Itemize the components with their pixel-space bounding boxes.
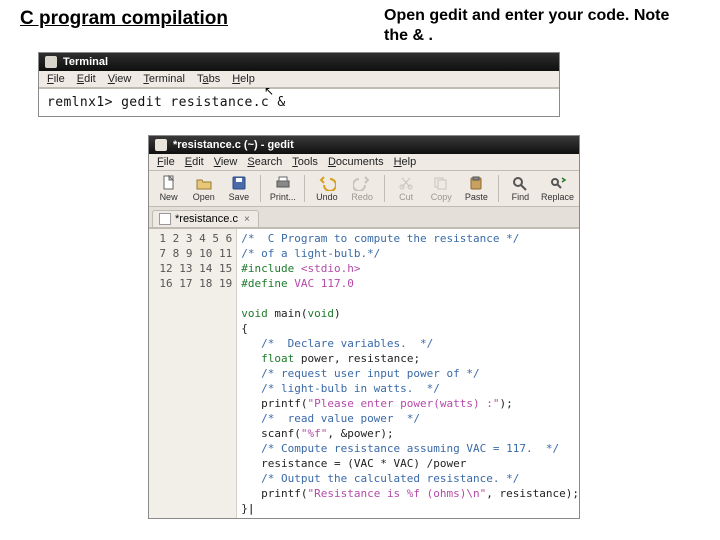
cut-button[interactable]: Cut	[391, 173, 422, 204]
page-note: Open gedit and enter your code. Note the…	[384, 6, 694, 46]
paste-button[interactable]: Paste	[461, 173, 492, 204]
replace-button[interactable]: Replace	[540, 173, 575, 204]
gedit-menu-help[interactable]: Help	[394, 156, 417, 168]
toolbar-separator	[260, 175, 261, 202]
document-icon	[155, 139, 167, 151]
print-label: Print...	[270, 192, 296, 202]
copy-icon	[432, 175, 450, 191]
gedit-menu-file[interactable]: File	[157, 156, 175, 168]
folder-open-icon	[195, 175, 213, 191]
terminal-window: Terminal File Edit View Terminal Tabs He…	[38, 52, 560, 117]
page-title: C program compilation	[20, 8, 228, 30]
redo-icon	[353, 175, 371, 191]
paste-icon	[467, 175, 485, 191]
copy-button[interactable]: Copy	[426, 173, 457, 204]
open-label: Open	[193, 192, 215, 202]
find-button[interactable]: Find	[505, 173, 536, 204]
gedit-toolbar: New Open Save Print... Undo Redo Cut	[149, 171, 579, 207]
undo-icon	[318, 175, 336, 191]
gedit-title: *resistance.c (~) - gedit	[173, 139, 294, 151]
find-icon	[511, 175, 529, 191]
mouse-cursor-icon: ↖	[264, 84, 274, 98]
terminal-menu-file[interactable]: File	[47, 73, 65, 85]
terminal-icon	[45, 56, 57, 68]
gedit-menu-documents[interactable]: Documents	[328, 156, 384, 168]
gedit-menu-search[interactable]: Search	[247, 156, 282, 168]
replace-icon	[549, 175, 567, 191]
terminal-title: Terminal	[63, 56, 108, 68]
save-icon	[230, 175, 248, 191]
cut-label: Cut	[399, 192, 413, 202]
redo-label: Redo	[351, 192, 373, 202]
document-icon	[159, 213, 171, 225]
print-icon	[274, 175, 292, 191]
terminal-menu-terminal[interactable]: Terminal	[143, 73, 185, 85]
save-label: Save	[229, 192, 250, 202]
terminal-menubar: File Edit View Terminal Tabs Help	[39, 71, 559, 88]
new-file-icon	[160, 175, 178, 191]
print-button[interactable]: Print...	[267, 173, 298, 204]
gedit-menu-tools[interactable]: Tools	[292, 156, 318, 168]
line-number-gutter: 1 2 3 4 5 6 7 8 9 10 11 12 13 14 15 16 1…	[149, 229, 237, 518]
terminal-command-text: gedit resistance.c &	[121, 95, 286, 110]
terminal-menu-view[interactable]: View	[108, 73, 132, 85]
new-button[interactable]: New	[153, 173, 184, 204]
gedit-tabbar: *resistance.c ×	[149, 207, 579, 228]
replace-label: Replace	[541, 192, 574, 202]
terminal-prompt: remlnx1>	[47, 95, 113, 110]
undo-label: Undo	[316, 192, 338, 202]
redo-button[interactable]: Redo	[347, 173, 378, 204]
toolbar-separator	[384, 175, 385, 202]
gedit-window: *resistance.c (~) - gedit File Edit View…	[148, 135, 580, 519]
find-label: Find	[512, 192, 530, 202]
save-button[interactable]: Save	[223, 173, 254, 204]
terminal-commandline[interactable]: remlnx1> gedit resistance.c &	[39, 88, 559, 116]
gedit-menu-edit[interactable]: Edit	[185, 156, 204, 168]
terminal-menu-help[interactable]: Help	[232, 73, 255, 85]
gedit-titlebar[interactable]: *resistance.c (~) - gedit	[149, 136, 579, 154]
copy-label: Copy	[431, 192, 452, 202]
close-tab-button[interactable]: ×	[242, 214, 252, 225]
undo-button[interactable]: Undo	[311, 173, 342, 204]
paste-label: Paste	[465, 192, 488, 202]
new-label: New	[160, 192, 178, 202]
cut-icon	[397, 175, 415, 191]
open-button[interactable]: Open	[188, 173, 219, 204]
tab-resistance-c[interactable]: *resistance.c ×	[152, 210, 259, 227]
terminal-menu-tabs[interactable]: Tabs	[197, 73, 220, 85]
tab-label: *resistance.c	[175, 213, 238, 225]
gedit-menubar: File Edit View Search Tools Documents He…	[149, 154, 579, 171]
toolbar-separator	[304, 175, 305, 202]
terminal-titlebar[interactable]: Terminal	[39, 53, 559, 71]
gedit-menu-view[interactable]: View	[214, 156, 238, 168]
toolbar-separator	[498, 175, 499, 202]
code-content[interactable]: /* C Program to compute the resistance *…	[237, 229, 579, 518]
terminal-menu-edit[interactable]: Edit	[77, 73, 96, 85]
code-area[interactable]: 1 2 3 4 5 6 7 8 9 10 11 12 13 14 15 16 1…	[149, 228, 579, 518]
